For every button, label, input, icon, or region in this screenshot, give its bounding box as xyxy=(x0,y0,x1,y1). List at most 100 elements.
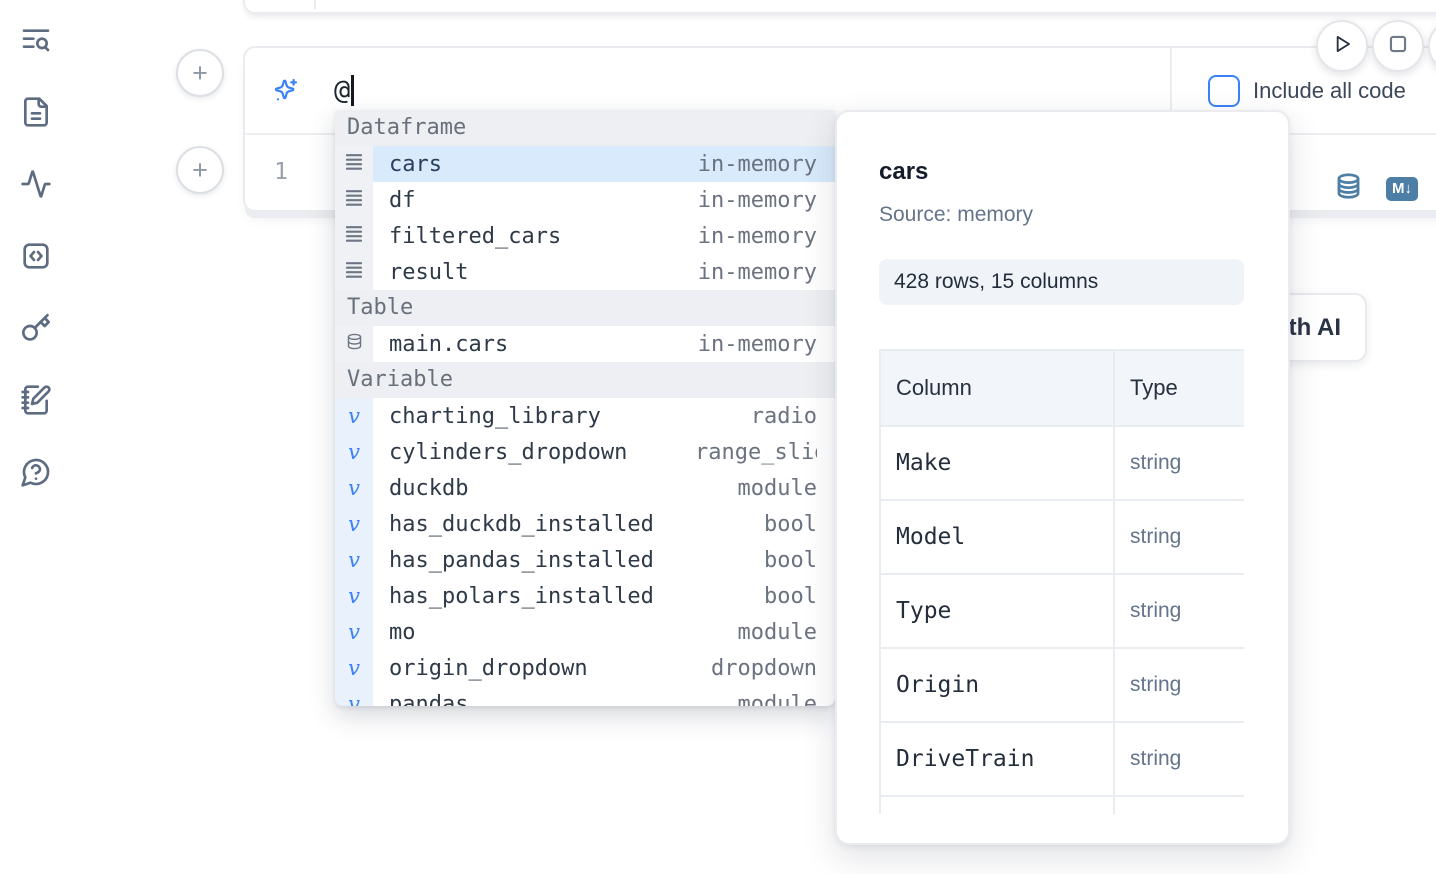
schema-header-column: Column xyxy=(880,350,1114,426)
preview-shape-badge: 428 rows, 15 columns xyxy=(879,259,1244,305)
schema-column-type: string xyxy=(1114,574,1244,648)
completion-item-type: in-memory xyxy=(698,332,817,357)
marimo-notebook-app: @ Include all code 1 M↓ + + xyxy=(0,0,1436,874)
completion-item[interactable]: result in-memory xyxy=(335,254,835,290)
completion-item-name: has_pandas_installed xyxy=(389,548,654,573)
completion-item-name: cylinders_dropdown xyxy=(389,440,627,465)
completion-item[interactable]: vmomodule xyxy=(335,614,835,650)
preview-title: cars xyxy=(879,157,1244,187)
schema-column-name: Model xyxy=(880,500,1114,574)
schema-row: Modelstring xyxy=(880,500,1244,574)
run-cell-button[interactable] xyxy=(1316,20,1368,72)
completion-item[interactable]: vcylinders_dropdownrange_slider xyxy=(335,434,835,470)
table-icon xyxy=(335,326,373,362)
play-icon xyxy=(1329,31,1355,62)
stop-button[interactable] xyxy=(1372,20,1424,72)
completion-item[interactable]: vorigin_dropdowndropdown xyxy=(335,650,835,686)
completion-item[interactable]: main.cars in-memory xyxy=(335,326,835,362)
completion-item-name: has_polars_installed xyxy=(389,584,654,609)
completion-item-type: range_slider xyxy=(695,440,817,465)
completion-item-type: dropdown xyxy=(711,656,817,681)
include-all-code-label: Include all code xyxy=(1253,78,1406,104)
completion-item-name: charting_library xyxy=(389,404,601,429)
completion-item-type: bool xyxy=(764,512,817,537)
include-all-code-checkbox[interactable] xyxy=(1208,75,1240,107)
cell-actions: M↓ xyxy=(1335,171,1418,206)
variable-icon: v xyxy=(335,398,373,434)
completion-item-name: filtered_cars xyxy=(389,224,561,249)
autocomplete-dropdown: Dataframecarsin-memorydfin-memoryfiltere… xyxy=(335,110,835,706)
variable-icon: v xyxy=(335,614,373,650)
key-icon[interactable] xyxy=(18,310,54,346)
completion-item[interactable]: dfin-memory xyxy=(335,182,835,218)
completion-item[interactable]: v has_pandas_installed bool xyxy=(335,542,835,578)
dataframe-icon xyxy=(335,146,373,182)
text-cursor xyxy=(351,75,354,106)
completion-item-name: has_duckdb_installed xyxy=(389,512,654,537)
completion-item-name: duckdb xyxy=(389,476,468,501)
schema-row: Typestring xyxy=(880,574,1244,648)
completion-item-type: in-memory xyxy=(698,224,817,249)
schema-header-type: Type xyxy=(1114,350,1244,426)
variable-icon: v xyxy=(335,506,373,542)
schema-row: DriveTrainstring xyxy=(880,722,1244,796)
completion-item-type: module xyxy=(738,476,817,501)
completion-section-header: Table xyxy=(335,290,835,326)
completion-item-type: in-memory xyxy=(698,260,817,285)
dataframe-icon xyxy=(335,182,373,218)
schema-column-type: string xyxy=(1114,722,1244,796)
preview-table-wrap: Column Type MakestringModelstringTypestr… xyxy=(879,349,1244,814)
stop-icon xyxy=(1385,31,1411,62)
dataframe-icon xyxy=(335,254,373,290)
sidebar xyxy=(18,22,58,526)
preview-schema-table: Column Type MakestringModelstringTypestr… xyxy=(879,349,1244,814)
preview-source: Source: memory xyxy=(879,201,1244,228)
schema-column-type: string xyxy=(1114,500,1244,574)
variable-icon: v xyxy=(335,686,373,706)
variable-icon: v xyxy=(335,578,373,614)
add-cell-above-button[interactable]: + xyxy=(176,49,224,97)
dataframe-preview-popover: cars Source: memory 428 rows, 15 columns… xyxy=(835,110,1290,845)
help-chat-icon[interactable] xyxy=(18,454,54,490)
completion-item-name: cars xyxy=(389,152,442,177)
variable-icon: v xyxy=(335,470,373,506)
completion-item[interactable]: v pandas module xyxy=(335,686,835,706)
completion-item-type: module xyxy=(738,620,817,645)
completion-item[interactable]: v charting_library radio xyxy=(335,398,835,434)
schema-column-name: Type xyxy=(880,574,1114,648)
variable-icon: v xyxy=(335,542,373,578)
file-document-icon[interactable] xyxy=(18,94,54,130)
text-search-icon[interactable] xyxy=(18,22,54,58)
completion-item-type: radio xyxy=(751,404,817,429)
completion-section-header: Variable xyxy=(335,362,835,398)
sparkles-icon xyxy=(273,78,299,104)
schema-column-type: string xyxy=(1114,426,1244,500)
completion-item[interactable]: vduckdb module xyxy=(335,470,835,506)
schema-row: Originstring xyxy=(880,648,1244,722)
notebook-pen-icon[interactable] xyxy=(18,382,54,418)
code-snippets-icon[interactable] xyxy=(18,238,54,274)
completion-item-name: pandas xyxy=(389,692,468,707)
add-cell-below-button[interactable]: + xyxy=(176,146,224,194)
completion-section-header: Dataframe xyxy=(335,110,835,146)
database-icon[interactable] xyxy=(1335,171,1362,206)
completion-item-name: main.cars xyxy=(389,332,508,357)
markdown-icon[interactable]: M↓ xyxy=(1386,177,1418,201)
completion-item-name: result xyxy=(389,260,468,285)
completion-item-type: module xyxy=(738,692,817,707)
completion-item-type: bool xyxy=(764,584,817,609)
completion-item[interactable]: v has_polars_installed bool xyxy=(335,578,835,614)
previous-cell-gutter-divider xyxy=(314,0,316,9)
completion-item[interactable]: v has_duckdb_installed bool xyxy=(335,506,835,542)
activity-icon[interactable] xyxy=(18,166,54,202)
completion-item-type: in-memory xyxy=(698,152,817,177)
schema-row: Makestring xyxy=(880,426,1244,500)
schema-column-name: Make xyxy=(880,426,1114,500)
line-number: 1 xyxy=(269,135,293,208)
schema-column-name: DriveTrain xyxy=(880,722,1114,796)
previous-cell-edge xyxy=(243,0,1436,14)
completion-item[interactable]: filtered_cars in-memory xyxy=(335,218,835,254)
completion-item[interactable]: cars in-memory xyxy=(335,146,835,182)
completion-item-type: bool xyxy=(764,548,817,573)
variable-icon: v xyxy=(335,650,373,686)
